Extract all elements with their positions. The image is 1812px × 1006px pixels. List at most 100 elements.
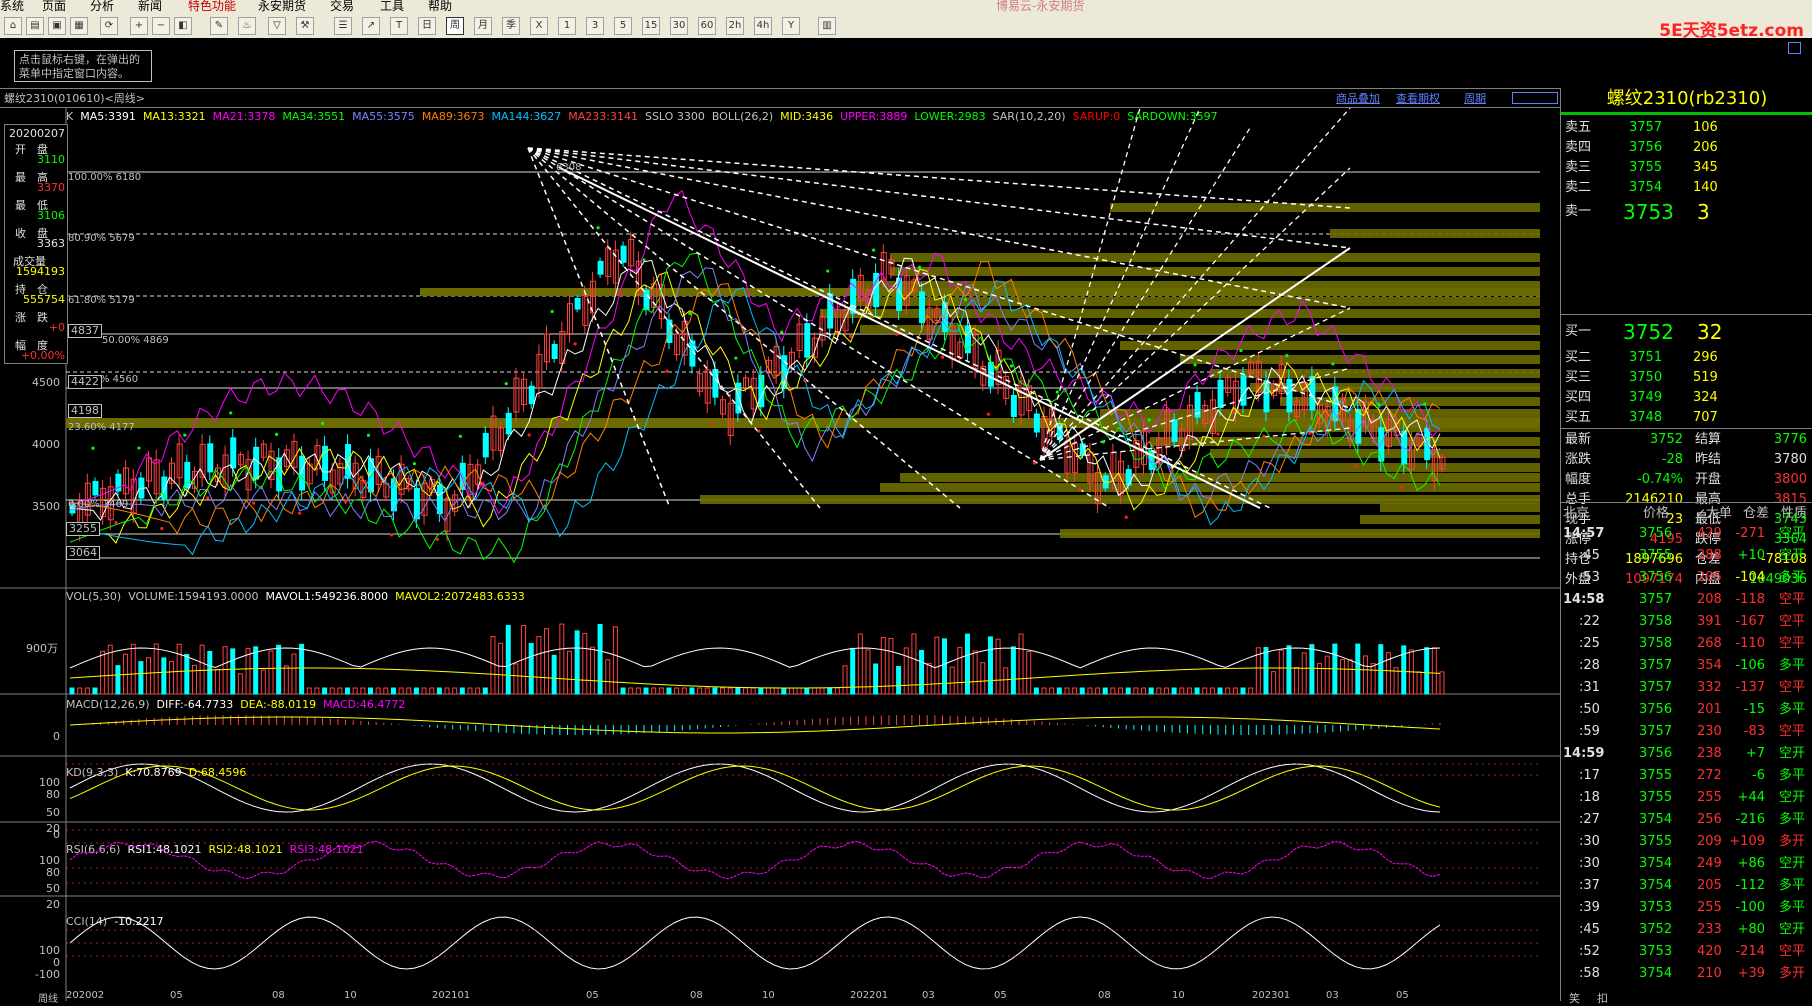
sar-dot xyxy=(1216,432,1220,436)
bid-level[interactable]: 买三 3750 519 xyxy=(1563,368,1811,388)
menu-help[interactable]: 帮助 xyxy=(428,0,452,14)
period-2h-button[interactable]: 2h xyxy=(726,17,744,35)
period-link[interactable]: 周期 xyxy=(1464,90,1486,106)
volume-bar xyxy=(1041,687,1047,695)
day-icon[interactable]: 日 xyxy=(418,17,436,35)
volume-bar xyxy=(1133,687,1139,695)
tick-row[interactable]: :53 3756 205 -104 多平 xyxy=(1561,568,1812,588)
menu-features[interactable]: 特色功能 xyxy=(188,0,236,14)
volume-bar xyxy=(276,644,282,695)
period-y-button[interactable]: Y xyxy=(782,17,800,35)
tick-row[interactable]: :22 3758 391 -167 空平 xyxy=(1561,612,1812,632)
quote-icon[interactable]: ▤ xyxy=(26,17,44,35)
options-link[interactable]: 查看期权 xyxy=(1396,90,1440,106)
year-icon[interactable]: X xyxy=(530,17,548,35)
candle xyxy=(597,260,604,275)
maximize-icon[interactable] xyxy=(1788,42,1801,54)
tick-row[interactable]: :17 3755 272 -6 多平 xyxy=(1561,766,1812,786)
sar-dot xyxy=(458,434,462,438)
menu-trade[interactable]: 交易 xyxy=(330,0,354,14)
volume-bar xyxy=(1232,687,1238,695)
period-3-button[interactable]: 3 xyxy=(586,17,604,35)
sar-dot xyxy=(320,421,325,425)
tick-row[interactable]: :25 3758 268 -110 空平 xyxy=(1561,634,1812,654)
table-icon[interactable]: ☰ xyxy=(334,17,352,35)
overlay-link[interactable]: 商品叠加 xyxy=(1336,90,1380,106)
tick-row[interactable]: :39 3753 255 -100 多平 xyxy=(1561,898,1812,918)
tick-row[interactable]: :45 3752 233 +80 空开 xyxy=(1561,920,1812,940)
tick-row[interactable]: 14:58 3757 208 -118 空平 xyxy=(1561,590,1812,610)
zoom-in-icon[interactable]: + xyxy=(130,17,148,35)
volume-bar xyxy=(130,643,136,695)
tick-icon[interactable]: T xyxy=(390,17,408,35)
bottom-tab-1[interactable]: 扣 xyxy=(1597,990,1608,1006)
bid-level[interactable]: 买四 3749 324 xyxy=(1563,388,1811,408)
tick-row[interactable]: :28 3757 354 -106 多平 xyxy=(1561,656,1812,676)
volume-bar xyxy=(1401,645,1407,695)
menu-tools[interactable]: 工具 xyxy=(380,0,404,14)
calculator-icon[interactable]: ▥ xyxy=(818,17,836,35)
ask-level[interactable]: 卖五 3757 106 xyxy=(1563,118,1811,138)
period-5-button[interactable]: 5 xyxy=(614,17,632,35)
bid-level[interactable]: 买一 3752 32 xyxy=(1563,322,1811,342)
menu-yongan[interactable]: 永安期货 xyxy=(258,0,306,14)
tick-row[interactable]: :50 3756 201 -15 多平 xyxy=(1561,700,1812,720)
menu-page[interactable]: 页面 xyxy=(42,0,66,14)
tick-row[interactable]: :27 3754 256 -216 多平 xyxy=(1561,810,1812,830)
tick-row[interactable]: :59 3757 230 -83 空平 xyxy=(1561,722,1812,742)
news-icon[interactable]: ▣ xyxy=(48,17,66,35)
kline-chart[interactable] xyxy=(0,108,1560,1001)
fib-label-500: 50.00% 4869 xyxy=(102,335,169,346)
scroll-buttons[interactable] xyxy=(1512,92,1558,104)
tick-header-cell: ↙大单 xyxy=(1695,506,1732,521)
refresh-icon[interactable]: ⟳ xyxy=(100,17,118,35)
period-60-button[interactable]: 60 xyxy=(698,17,716,35)
volume-bar xyxy=(421,687,427,695)
tools-icon[interactable]: ⚒ xyxy=(296,17,314,35)
filter-icon[interactable]: ▽ xyxy=(268,17,286,35)
menu-system[interactable]: 系统 xyxy=(0,0,24,14)
volume-bar xyxy=(283,665,289,695)
ask-level[interactable]: 卖二 3754 140 xyxy=(1563,178,1811,198)
market-icon[interactable]: ▦ xyxy=(70,17,88,35)
week-icon[interactable]: 周 xyxy=(446,17,464,35)
ask-level[interactable]: 卖一 3753 3 xyxy=(1563,202,1811,222)
period-1-button[interactable]: 1 xyxy=(558,17,576,35)
season-icon[interactable]: 季 xyxy=(502,17,520,35)
line-chart-icon[interactable]: ↗ xyxy=(362,17,380,35)
tick-row[interactable]: :58 3754 210 +39 多开 xyxy=(1561,964,1812,984)
menu-analysis[interactable]: 分析 xyxy=(90,0,114,14)
zoom-out-icon[interactable]: − xyxy=(152,17,170,35)
menu-news[interactable]: 新闻 xyxy=(138,0,162,14)
volume-bar xyxy=(796,687,802,695)
draw-icon[interactable]: ✎ xyxy=(210,17,228,35)
tick-row[interactable]: :37 3754 205 -112 多平 xyxy=(1561,876,1812,896)
volume-bar xyxy=(949,666,955,695)
bid-level[interactable]: 买五 3748 707 xyxy=(1563,408,1811,428)
ask-level[interactable]: 卖四 3756 206 xyxy=(1563,138,1811,158)
tick-row[interactable]: 14:57 3756 429 -271 空平 xyxy=(1561,524,1812,544)
tick-row[interactable]: :52 3753 420 -214 空平 xyxy=(1561,942,1812,962)
ask-level[interactable]: 卖三 3755 345 xyxy=(1563,158,1811,178)
home-icon[interactable]: ⌂ xyxy=(4,17,22,35)
tick-row[interactable]: :30 3754 249 +86 空开 xyxy=(1561,854,1812,874)
volume-bar xyxy=(704,687,710,695)
tick-row[interactable]: :18 3755 255 +44 空开 xyxy=(1561,788,1812,808)
tick-row[interactable]: 14:59 3756 238 +7 空开 xyxy=(1561,744,1812,764)
volume-bar xyxy=(337,687,343,695)
tick-row[interactable]: :31 3757 332 -137 空平 xyxy=(1561,678,1812,698)
bid-level[interactable]: 买二 3751 296 xyxy=(1563,348,1811,368)
period-30-button[interactable]: 30 xyxy=(670,17,688,35)
stat-row: 幅度 -0.74% 开盘 3800 xyxy=(1565,472,1807,487)
volume-bar xyxy=(1049,687,1055,695)
window-icon[interactable]: ◧ xyxy=(174,17,192,35)
month-icon[interactable]: 月 xyxy=(474,17,492,35)
bottom-tab-0[interactable]: 笑 xyxy=(1569,990,1580,1006)
period-15-button[interactable]: 15 xyxy=(642,17,660,35)
brush-icon[interactable]: ♨ xyxy=(238,17,256,35)
tick-row[interactable]: :45 3755 288 +10 空开 xyxy=(1561,546,1812,566)
period-4h-button[interactable]: 4h xyxy=(754,17,772,35)
candle xyxy=(1033,413,1040,433)
bar-info-panel: 20200207 开 盘 3110 最 高 3370 最 低 3106 收 盘 … xyxy=(4,124,68,364)
tick-row[interactable]: :30 3755 209 +109 多开 xyxy=(1561,832,1812,852)
